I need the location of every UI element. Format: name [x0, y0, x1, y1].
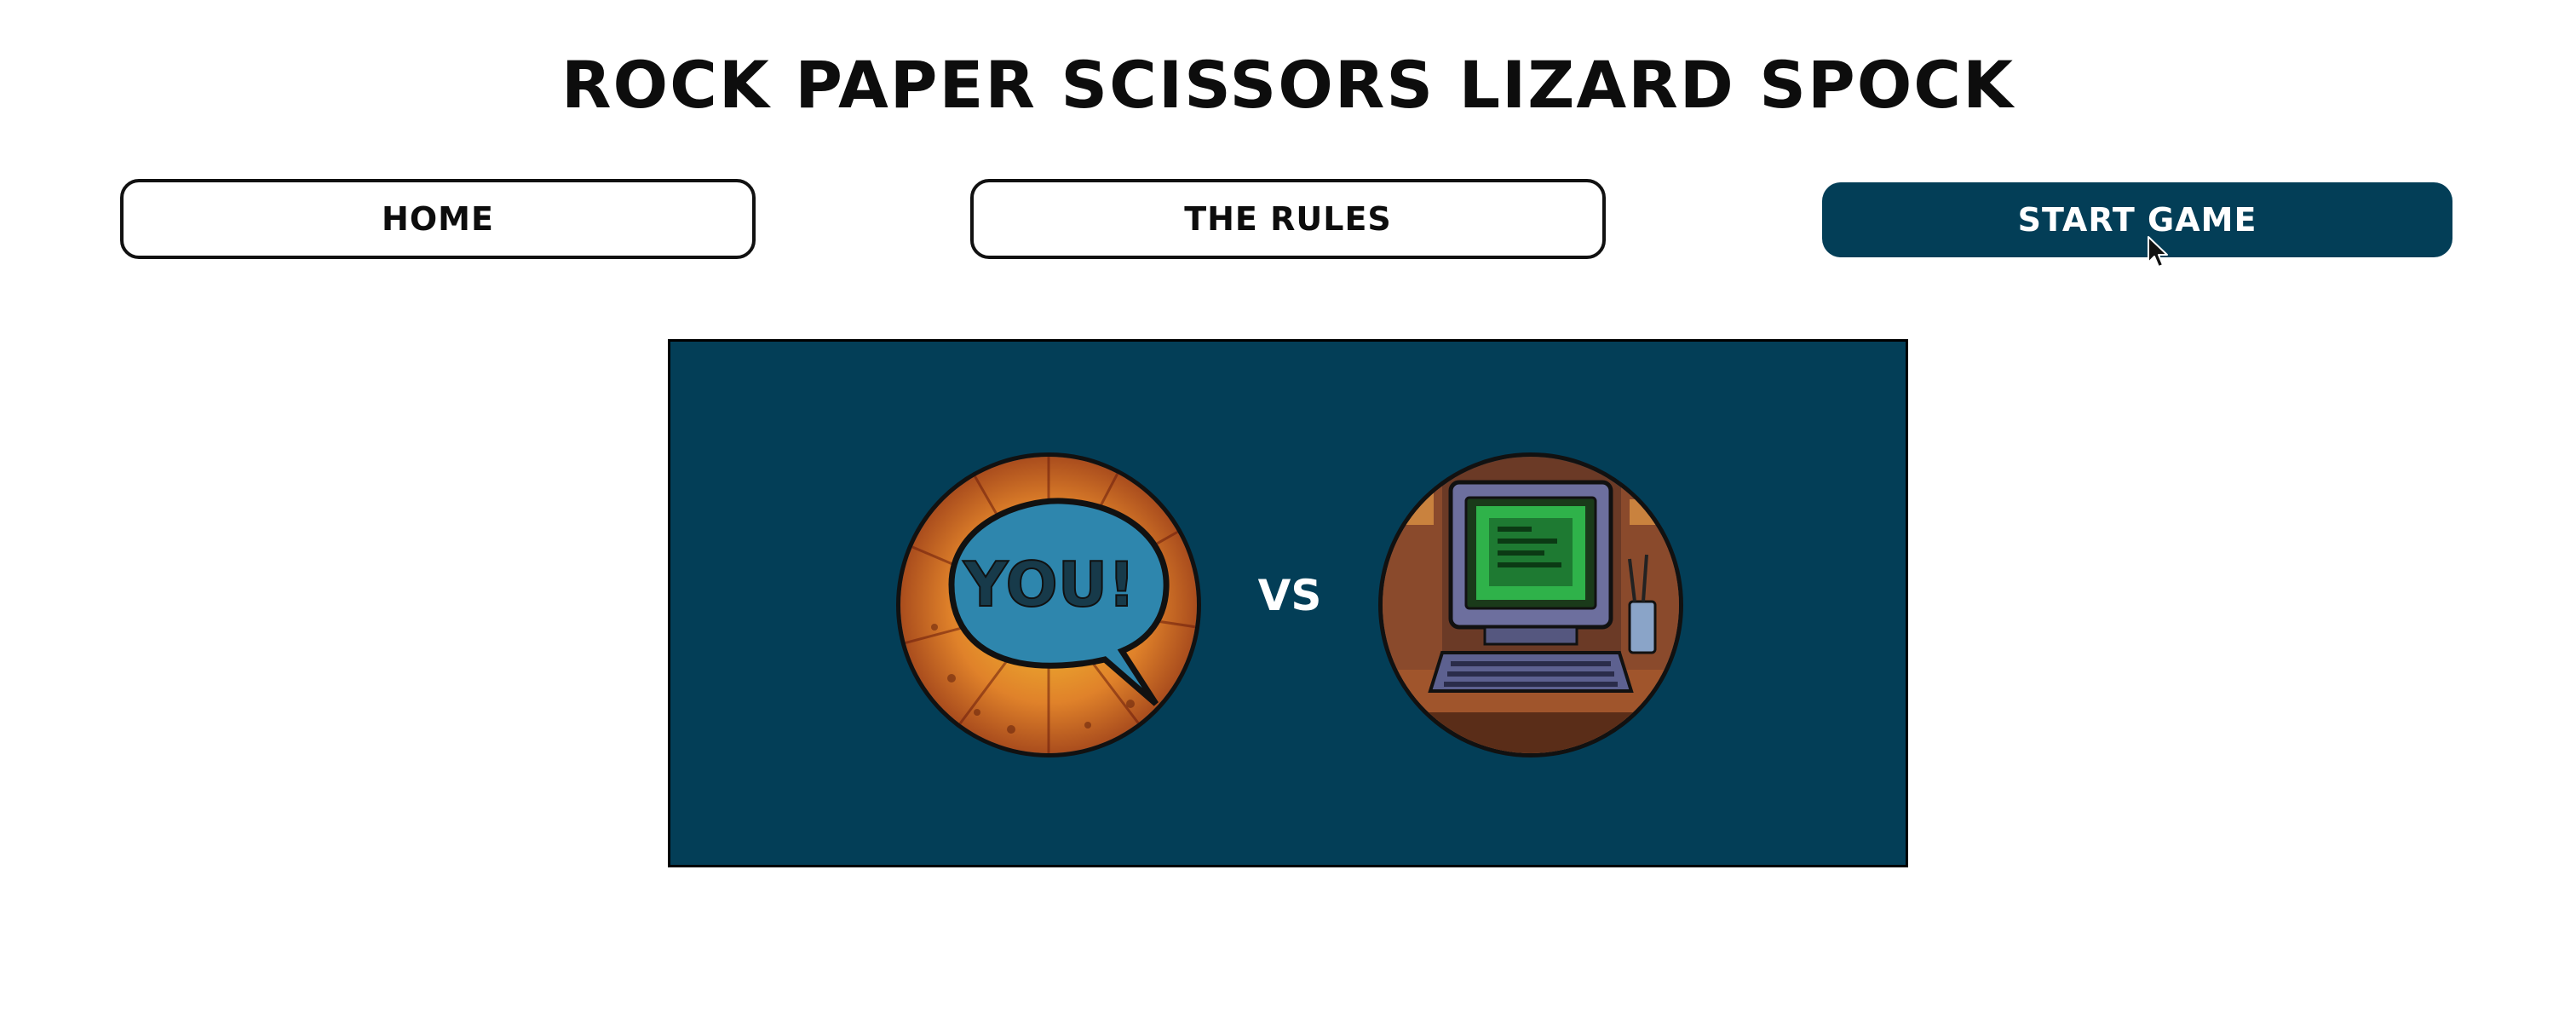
start-game-button[interactable]: START GAME [1822, 182, 2452, 257]
rules-button[interactable]: THE RULES [970, 179, 1606, 259]
vs-label: VS [1257, 571, 1322, 620]
svg-text:YOU!: YOU! [963, 549, 1136, 620]
opponent-avatar [1378, 452, 1683, 757]
player-avatar: YOU! [896, 452, 1201, 757]
game-title: ROCK PAPER SCISSORS LIZARD SPOCK [561, 47, 2015, 123]
game-stage: YOU! VS [668, 339, 1908, 867]
you-speech-bubble-icon: YOU! [900, 457, 1197, 753]
home-button[interactable]: HOME [120, 179, 756, 259]
computer-icon [1383, 457, 1679, 753]
cursor-arrow-icon [2148, 236, 2168, 268]
